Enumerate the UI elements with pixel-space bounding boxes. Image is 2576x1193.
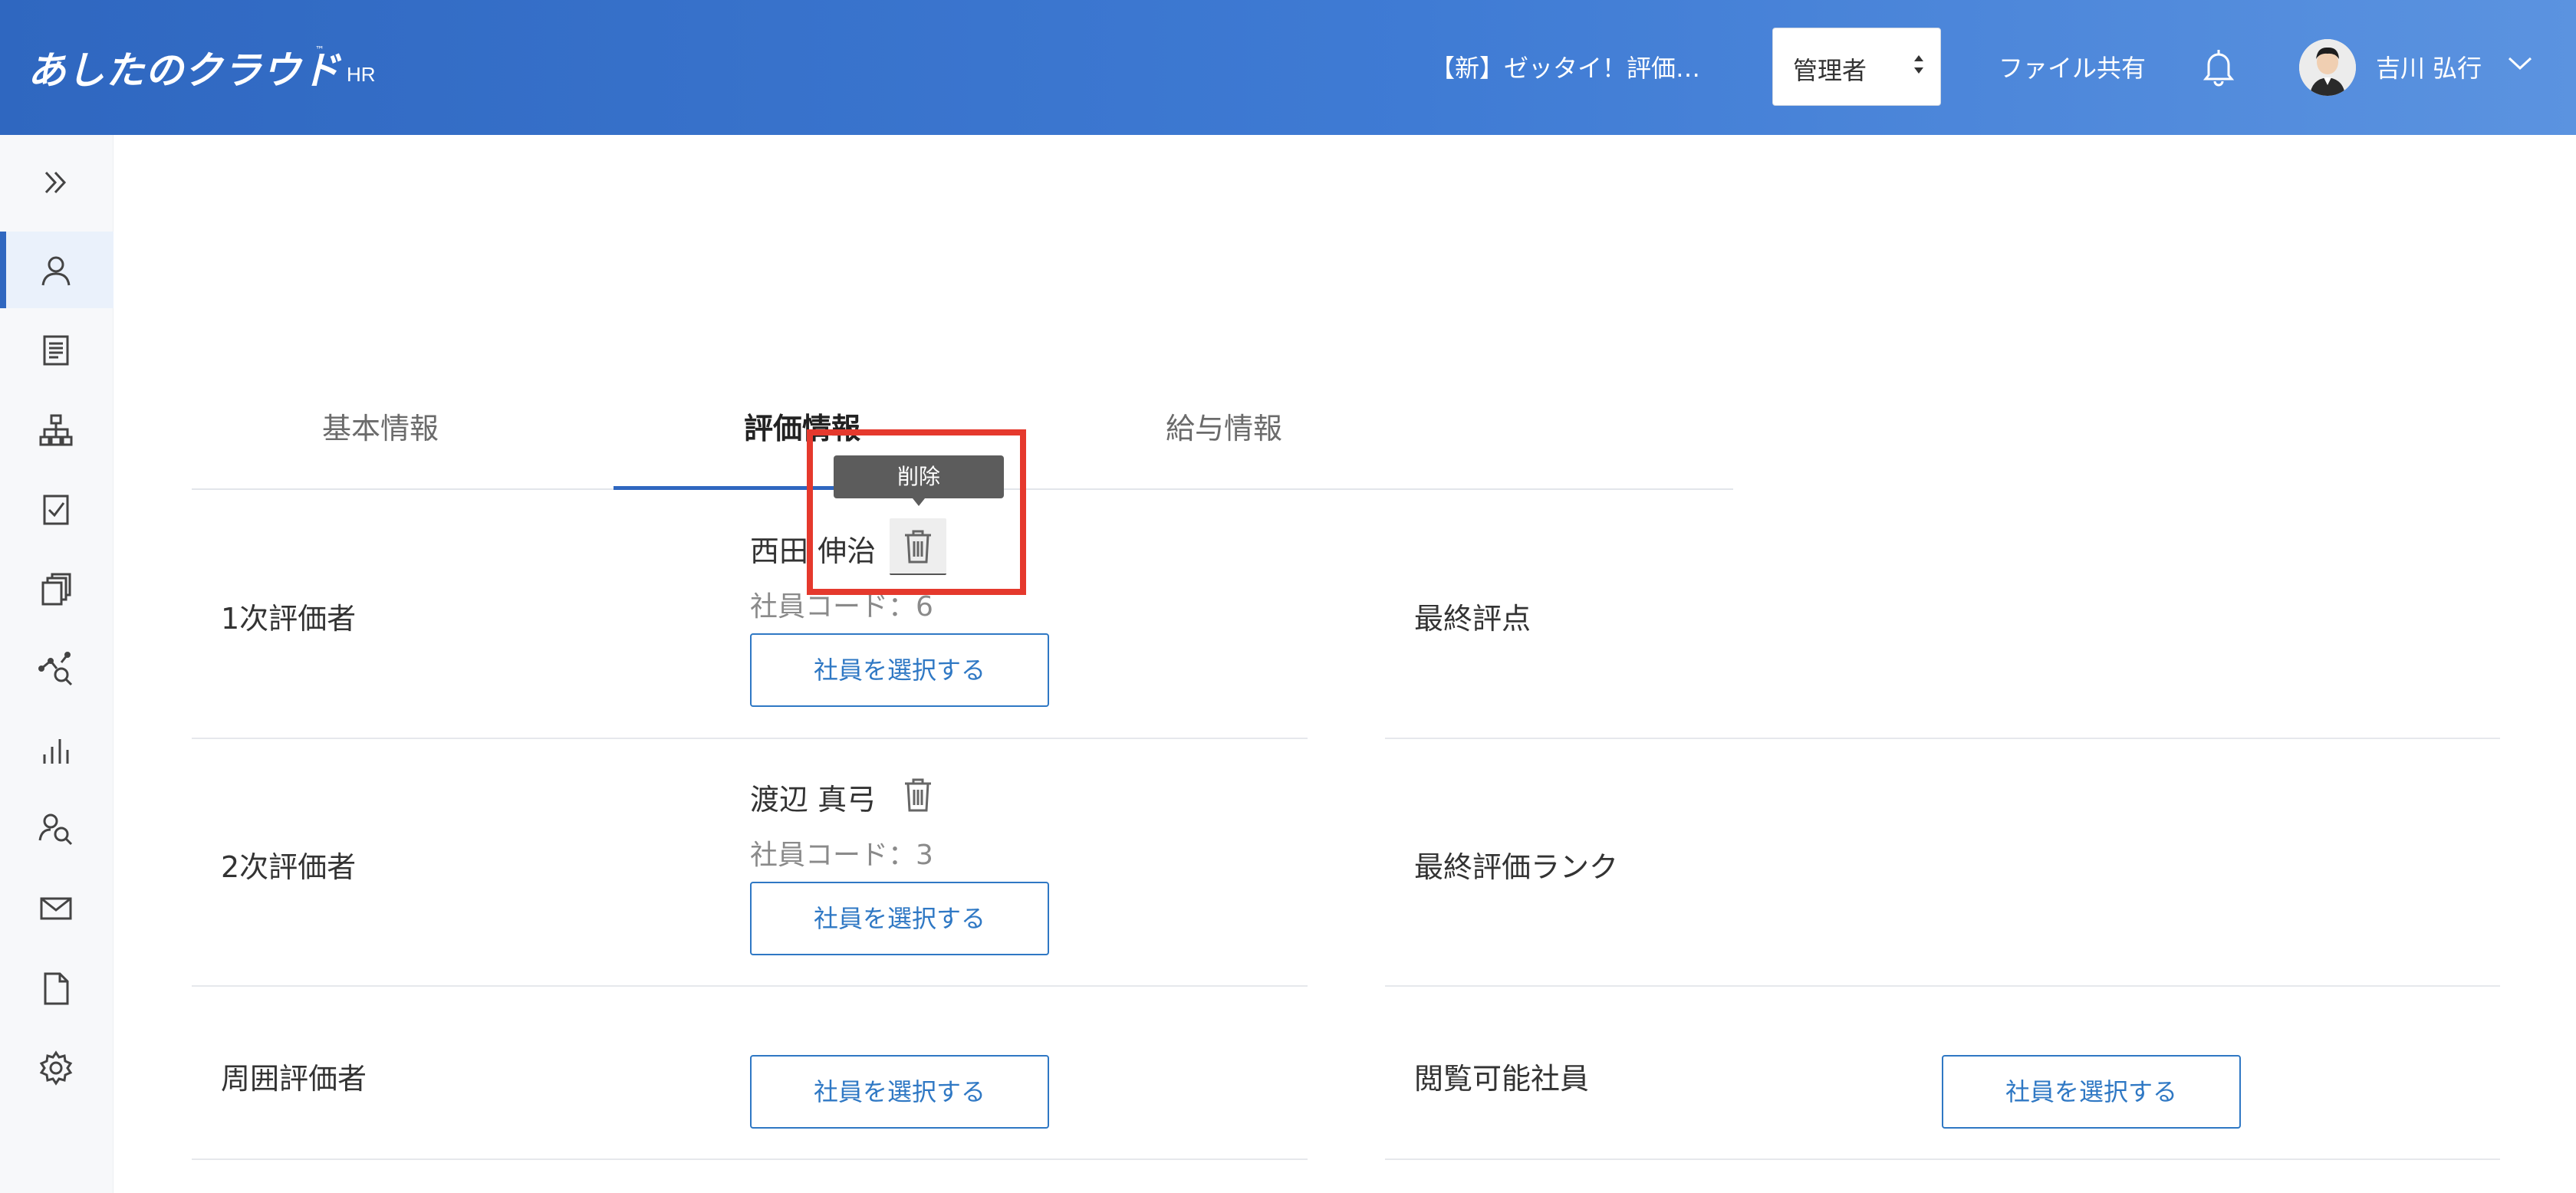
file-share-link[interactable]: ファイル共有 <box>1999 49 2146 84</box>
document-icon <box>43 335 69 366</box>
checklist-icon <box>43 495 69 525</box>
logo-trademark: ™ <box>315 44 324 55</box>
select-peer-evaluator-button[interactable]: 社員を選択する <box>750 1055 1049 1129</box>
sidebar-item-files[interactable] <box>0 949 114 1026</box>
copy-icon <box>41 573 71 606</box>
row-divider <box>1385 738 2500 739</box>
sidebar-item-employees[interactable] <box>0 232 114 308</box>
analysis-search-icon <box>38 652 73 686</box>
row-divider <box>192 738 1308 739</box>
sidebar-item-analysis[interactable] <box>0 630 114 707</box>
sort-arrows-icon <box>1911 51 1926 81</box>
sidebar-item-settings[interactable] <box>0 1029 114 1106</box>
viewer-employees-label: 閲覧可能社員 <box>1414 1062 1590 1096</box>
sidebar-item-organization[interactable] <box>0 391 114 468</box>
delete-second-evaluator-button[interactable] <box>890 767 946 823</box>
role-select[interactable]: 管理者 <box>1772 28 1941 106</box>
logo-subtitle: HR <box>347 63 376 86</box>
mail-icon <box>40 897 72 920</box>
final-score-label: 最終評点 <box>1414 602 1531 636</box>
sidebar-item-people-search[interactable] <box>0 790 114 866</box>
select-second-evaluator-button[interactable]: 社員を選択する <box>750 882 1049 955</box>
select-viewer-employees-button[interactable]: 社員を選択する <box>1942 1055 2241 1129</box>
second-evaluator-name: 渡辺 真弓 <box>750 783 877 817</box>
row-divider <box>1385 1158 2500 1160</box>
org-chart-icon <box>39 414 73 446</box>
file-icon <box>44 972 69 1005</box>
project-switcher[interactable]: 【新】ゼッタイ！評価… <box>1430 49 1700 84</box>
select-first-evaluator-button[interactable]: 社員を選択する <box>750 633 1049 707</box>
tab-basic-info[interactable]: 基本情報 <box>322 405 439 447</box>
chevron-down-icon[interactable] <box>2506 55 2534 75</box>
row-divider <box>192 1158 1308 1160</box>
app-header: あしたのクラウド ™ HR 【新】ゼッタイ！評価… 管理者 ファイル共有 吉川 … <box>0 0 2576 135</box>
settings-icon <box>39 1050 73 1086</box>
row-divider <box>192 985 1308 987</box>
expand-icon <box>44 171 67 194</box>
sidebar <box>0 135 114 1193</box>
sidebar-item-reports[interactable] <box>0 710 114 787</box>
person-icon <box>41 256 71 286</box>
trash-icon <box>905 778 931 812</box>
notification-bell-icon[interactable] <box>2201 46 2236 90</box>
person-search-icon <box>38 813 73 846</box>
app-logo[interactable]: あしたのクラウド <box>28 40 341 95</box>
sidebar-expand[interactable] <box>0 143 114 220</box>
sidebar-item-copies[interactable] <box>0 550 114 627</box>
sidebar-item-tasks[interactable] <box>0 471 114 547</box>
user-avatar[interactable] <box>2299 39 2356 96</box>
sidebar-item-documents[interactable] <box>0 311 114 388</box>
tab-salary-info[interactable]: 給与情報 <box>1166 405 1282 447</box>
row-divider <box>1385 985 2500 987</box>
second-evaluator-code: 社員コード：3 <box>750 840 933 871</box>
bar-chart-icon <box>43 739 69 764</box>
user-name[interactable]: 吉川 弘行 <box>2376 49 2482 84</box>
role-select-value: 管理者 <box>1793 56 1867 85</box>
second-evaluator-label: 2次評価者 <box>221 850 357 884</box>
final-rank-label: 最終評価ランク <box>1414 850 1619 884</box>
annotation-highlight-box <box>807 429 1026 595</box>
peer-evaluator-label: 周囲評価者 <box>221 1062 367 1096</box>
first-evaluator-label: 1次評価者 <box>221 602 357 636</box>
sidebar-item-mail[interactable] <box>0 869 114 946</box>
